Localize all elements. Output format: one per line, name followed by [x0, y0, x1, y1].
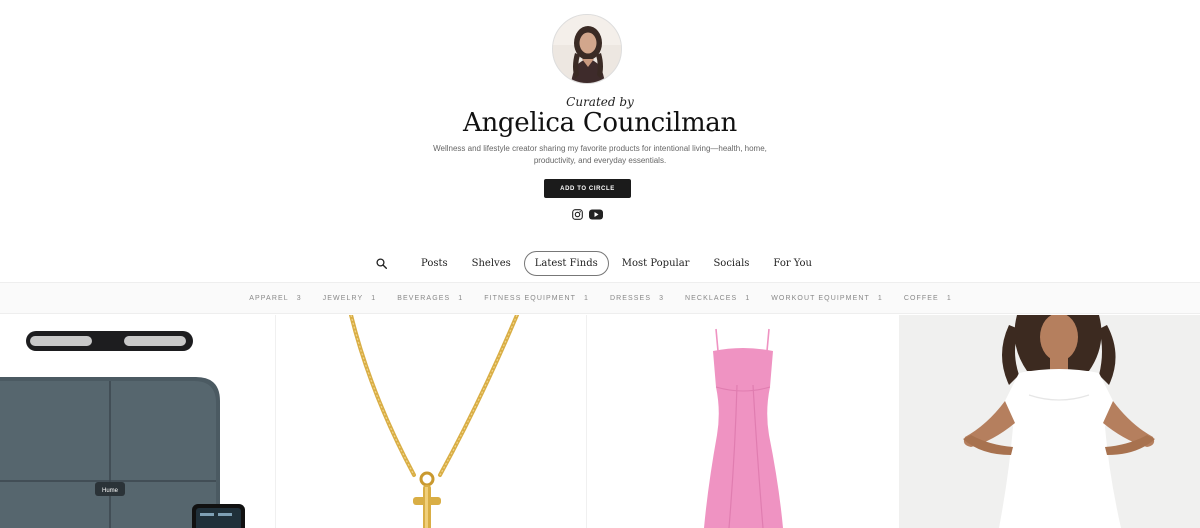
scale-logo-text: Hume: [102, 488, 119, 494]
category-label: JEWELRY: [322, 294, 364, 302]
category-count: 1: [371, 294, 376, 302]
category-count: 1: [458, 294, 463, 302]
creator-avatar: [552, 14, 622, 84]
product-card-pink-dress[interactable]: [586, 315, 898, 528]
category-beverages[interactable]: BEVERAGES 1: [397, 295, 462, 302]
category-filter-bar: APPAREL 3 JEWELRY 1 BEVERAGES 1 FITNESS EQU…: [0, 282, 1200, 314]
product-grid: Hume: [0, 315, 1200, 528]
category-necklaces[interactable]: NECKLACES 1: [685, 295, 749, 302]
tab-socials[interactable]: Socials: [702, 251, 760, 276]
category-label: APPAREL: [249, 294, 289, 302]
profile-tabs: Posts Shelves Latest Finds Most Popular …: [0, 250, 1200, 276]
category-label: DRESSES: [609, 294, 652, 302]
category-workout-equipment[interactable]: WORKOUT EQUIPMENT 1: [771, 295, 882, 302]
category-count: 1: [745, 294, 750, 302]
category-coffee[interactable]: COFFEE 1: [904, 295, 951, 302]
creator-bio: Wellness and lifestyle creator sharing m…: [433, 144, 767, 165]
product-card-white-dress[interactable]: [899, 315, 1200, 528]
curated-by-label: Curated by: [566, 95, 634, 109]
category-count: 1: [584, 294, 588, 302]
instagram-icon[interactable]: [572, 208, 583, 220]
tab-latest-finds[interactable]: Latest Finds: [523, 250, 609, 276]
youtube-icon[interactable]: [589, 209, 603, 220]
tab-shelves[interactable]: Shelves: [461, 251, 522, 276]
category-label: FITNESS EQUIPMENT: [484, 294, 577, 302]
category-label: NECKLACES: [685, 294, 738, 302]
tab-most-popular[interactable]: Most Popular: [611, 251, 701, 276]
add-to-circle-button[interactable]: ADD TO CIRCLE: [544, 179, 631, 198]
category-count: 1: [877, 294, 882, 302]
search-icon[interactable]: [376, 257, 387, 269]
category-count: 3: [296, 294, 301, 302]
category-jewelry[interactable]: JEWELRY 1: [323, 295, 376, 302]
category-apparel[interactable]: APPAREL 3: [249, 295, 300, 302]
creator-name: Angelica Councilman: [463, 108, 737, 138]
tab-for-you[interactable]: For You: [762, 251, 823, 276]
product-card-cross-necklace[interactable]: [275, 315, 585, 528]
category-dresses[interactable]: DRESSES 3: [610, 295, 663, 302]
tab-posts[interactable]: Posts: [410, 251, 459, 276]
category-label: WORKOUT EQUIPMENT: [771, 294, 870, 302]
social-links: [572, 208, 603, 220]
category-label: COFFEE: [903, 294, 939, 302]
product-card-smart-scale[interactable]: Hume: [0, 315, 274, 528]
category-label: BEVERAGES: [397, 294, 451, 302]
category-count: 3: [659, 294, 663, 302]
category-count: 1: [946, 294, 951, 302]
category-fitness-equipment[interactable]: FITNESS EQUIPMENT 1: [484, 295, 588, 302]
